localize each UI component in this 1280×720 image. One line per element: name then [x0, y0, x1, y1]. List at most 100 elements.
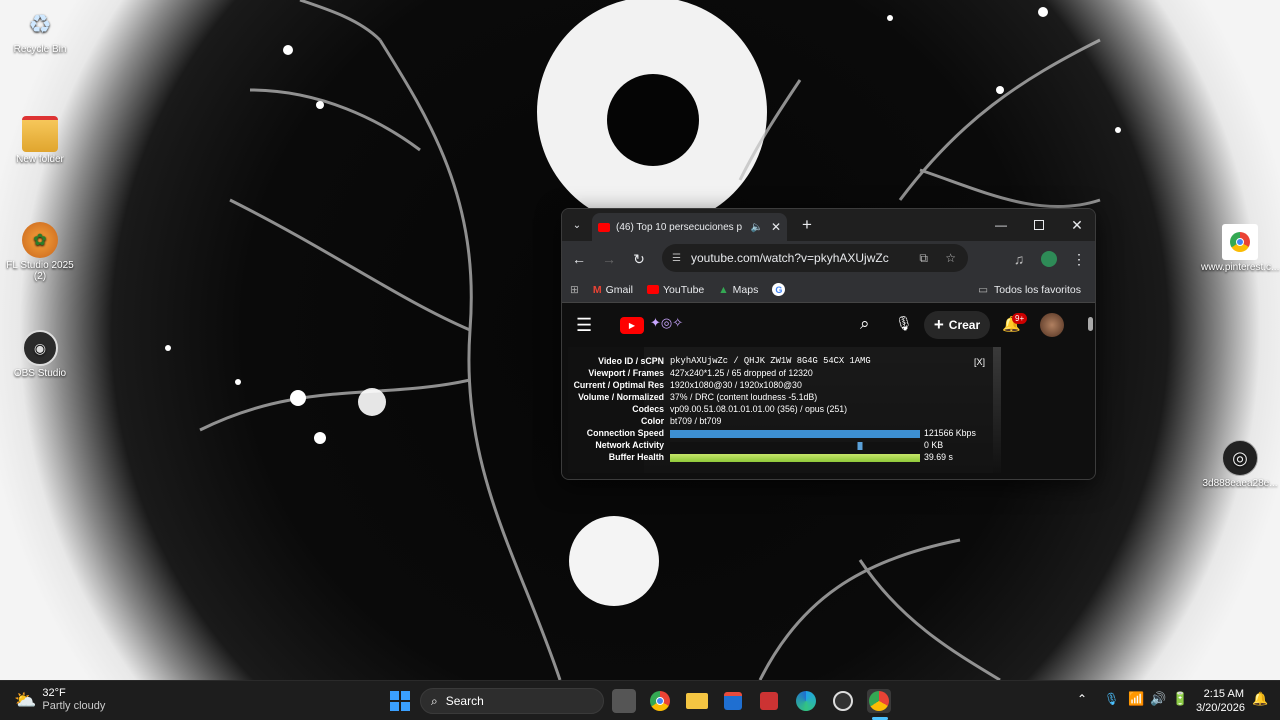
bookmark-label: Maps — [732, 283, 759, 296]
desktop-icon-fl-studio[interactable]: ✿ FL Studio 2025 (2) — [1, 222, 79, 282]
chevron-up-icon[interactable]: ⌃ — [1077, 692, 1087, 706]
desktop-icon-pinterest[interactable]: www.pinterest.c... — [1201, 224, 1279, 273]
network-activity-graph — [670, 441, 920, 450]
bookmark-youtube[interactable]: YouTube — [646, 283, 705, 296]
fl-studio-icon — [760, 692, 778, 710]
stats-value: 121566 Kbps — [670, 427, 976, 439]
taskbar-store[interactable] — [721, 689, 745, 713]
media-controls-button[interactable]: ♫ — [1004, 244, 1034, 274]
stats-for-nerds-panel: Video ID / sCPN pkyhAXUjwZc / QHJK ZW1W 8… — [568, 347, 993, 473]
battery-icon[interactable]: 🔋 — [1172, 691, 1188, 707]
doodle-icon[interactable]: ✦◎✧ — [650, 315, 690, 335]
apps-grid-icon[interactable]: ⊞ — [570, 284, 579, 296]
youtube-icon — [646, 285, 659, 294]
volume-icon[interactable]: 🔊 — [1150, 691, 1166, 707]
desktop-icon-label: FL Studio 2025 (2) — [6, 260, 74, 282]
back-button[interactable]: ← — [564, 244, 594, 274]
close-tab-icon[interactable]: ✕ — [771, 220, 781, 234]
plus-icon: + — [933, 315, 944, 334]
youtube-logo-icon[interactable]: ▶ — [620, 317, 644, 334]
weather-widget[interactable]: ⛅ 32°F Partly cloudy — [14, 687, 105, 713]
start-button[interactable] — [388, 689, 412, 713]
microphone-icon[interactable]: 🎙 — [895, 315, 913, 332]
clock-date: 3/20/2026 — [1196, 702, 1245, 714]
new-tab-button[interactable]: + — [788, 209, 826, 241]
create-label: Crear — [948, 318, 981, 332]
folder-outline-icon: ▭ — [978, 283, 989, 296]
stats-value: 0 KB — [670, 439, 943, 451]
profile-button[interactable] — [1034, 244, 1064, 274]
obs-icon: ◉ — [22, 330, 58, 366]
bookmark-google[interactable]: G — [772, 283, 786, 296]
taskbar-fl-studio[interactable] — [757, 689, 781, 713]
desktop-icon-file[interactable]: ◎ 3d888eaea28e... — [1201, 440, 1279, 489]
reload-icon: ↻ — [633, 250, 645, 267]
bookmark-label: YouTube — [662, 283, 705, 296]
wifi-icon[interactable]: 📶 — [1128, 691, 1144, 707]
stats-value: bt709 / bt709 — [670, 416, 722, 426]
close-stats-button[interactable]: [X] — [974, 357, 985, 367]
install-app-icon[interactable]: ⧉ — [919, 251, 928, 266]
desktop-icon-label: Recycle Bin — [13, 44, 67, 55]
youtube-favicon-icon — [598, 222, 610, 232]
hamburger-menu-icon[interactable]: ☰ — [576, 315, 592, 336]
search-label: Search — [445, 694, 484, 708]
obs-icon — [833, 691, 853, 711]
chrome-window[interactable]: ⌄ (46) Top 10 persecuciones p 🔈 ✕ + — ✕ … — [561, 208, 1096, 480]
folder-icon — [686, 693, 708, 709]
tab-search-button[interactable]: ⌄ — [562, 209, 592, 241]
weather-desc: Partly cloudy — [42, 700, 106, 712]
arrow-right-icon: → — [602, 251, 616, 267]
folder-icon — [22, 116, 58, 152]
clock-time: 2:15 AM — [1203, 688, 1244, 700]
maximize-icon — [1034, 220, 1044, 230]
bookmark-label: Gmail — [605, 283, 633, 296]
minimize-button[interactable]: — — [982, 209, 1020, 241]
desktop-icon-obs[interactable]: ◉ OBS Studio — [1, 330, 79, 379]
create-button[interactable]: + Crear — [924, 311, 990, 339]
address-bar[interactable]: ☰ youtube.com/watch?v=pkyhAXUjwZc ⧉ ☆ — [662, 244, 968, 272]
microphone-icon[interactable]: 🎙 — [1104, 692, 1119, 706]
menu-button[interactable]: ⋮ — [1064, 244, 1094, 274]
wallpaper-moon-dot — [607, 74, 699, 166]
media-icon: ♫ — [1013, 251, 1025, 267]
stats-value-text: 121566 Kbps — [924, 428, 976, 438]
bookmark-gmail[interactable]: M Gmail — [593, 284, 633, 296]
search-icon[interactable]: ⌕ — [860, 314, 870, 334]
forward-button[interactable]: → — [594, 244, 624, 274]
bookmark-star-icon[interactable]: ☆ — [945, 251, 956, 265]
stats-key: Current / Optimal Res — [573, 380, 664, 390]
recycle-bin-icon: ♻ — [28, 8, 52, 39]
taskbar-file-explorer[interactable] — [685, 689, 709, 713]
reload-button[interactable]: ↻ — [624, 244, 654, 274]
search-icon: ⌕ — [431, 693, 438, 708]
maximize-button[interactable] — [1020, 209, 1058, 241]
desktop-icon-new-folder[interactable]: New folder — [1, 116, 79, 165]
clock[interactable]: 2:15 AM 3/20/2026 — [1196, 687, 1245, 715]
avatar[interactable] — [1040, 313, 1064, 337]
stats-row: Color bt709 / bt709 — [568, 415, 993, 427]
stats-key: Connection Speed — [586, 428, 664, 438]
taskbar-chrome[interactable] — [648, 689, 672, 713]
taskbar-chrome-active[interactable] — [867, 689, 891, 713]
taskbar-obs[interactable] — [831, 689, 855, 713]
stats-row: Volume / Normalized 37% / DRC (content lo… — [568, 391, 993, 403]
taskbar-edge[interactable] — [794, 689, 818, 713]
bookmark-maps[interactable]: ▲ Maps — [718, 284, 758, 296]
close-window-button[interactable]: ✕ — [1058, 209, 1095, 241]
taskbar-task-view[interactable] — [612, 689, 636, 713]
stats-key: Viewport / Frames — [588, 368, 664, 378]
desktop-icon-recycle-bin[interactable]: ♻ Recycle Bin — [1, 6, 79, 56]
notification-center-icon[interactable]: 🔔 — [1252, 691, 1268, 707]
stats-row: Viewport / Frames 427x240*1.25 / 65 dropp… — [568, 367, 993, 379]
stats-key: Buffer Health — [608, 452, 664, 462]
stats-value: pkyhAXUjwZc / QHJK ZW1W 8G4G 54CX 1AMG — [670, 356, 871, 366]
site-info-icon: ☰ — [672, 252, 681, 264]
taskbar-search-box[interactable]: ⌕ Search — [420, 688, 604, 714]
video-player[interactable]: Video ID / sCPN pkyhAXUjwZc / QHJK ZW1W 8… — [568, 347, 1001, 473]
all-bookmarks-folder[interactable]: ▭ Todos los favoritos — [978, 284, 1081, 296]
stats-value-text: 0 KB — [924, 440, 944, 450]
speaker-icon[interactable]: 🔈 — [750, 222, 762, 233]
scrollbar-thumb[interactable] — [1088, 317, 1093, 331]
tab-youtube[interactable]: (46) Top 10 persecuciones p 🔈 ✕ — [592, 213, 787, 241]
